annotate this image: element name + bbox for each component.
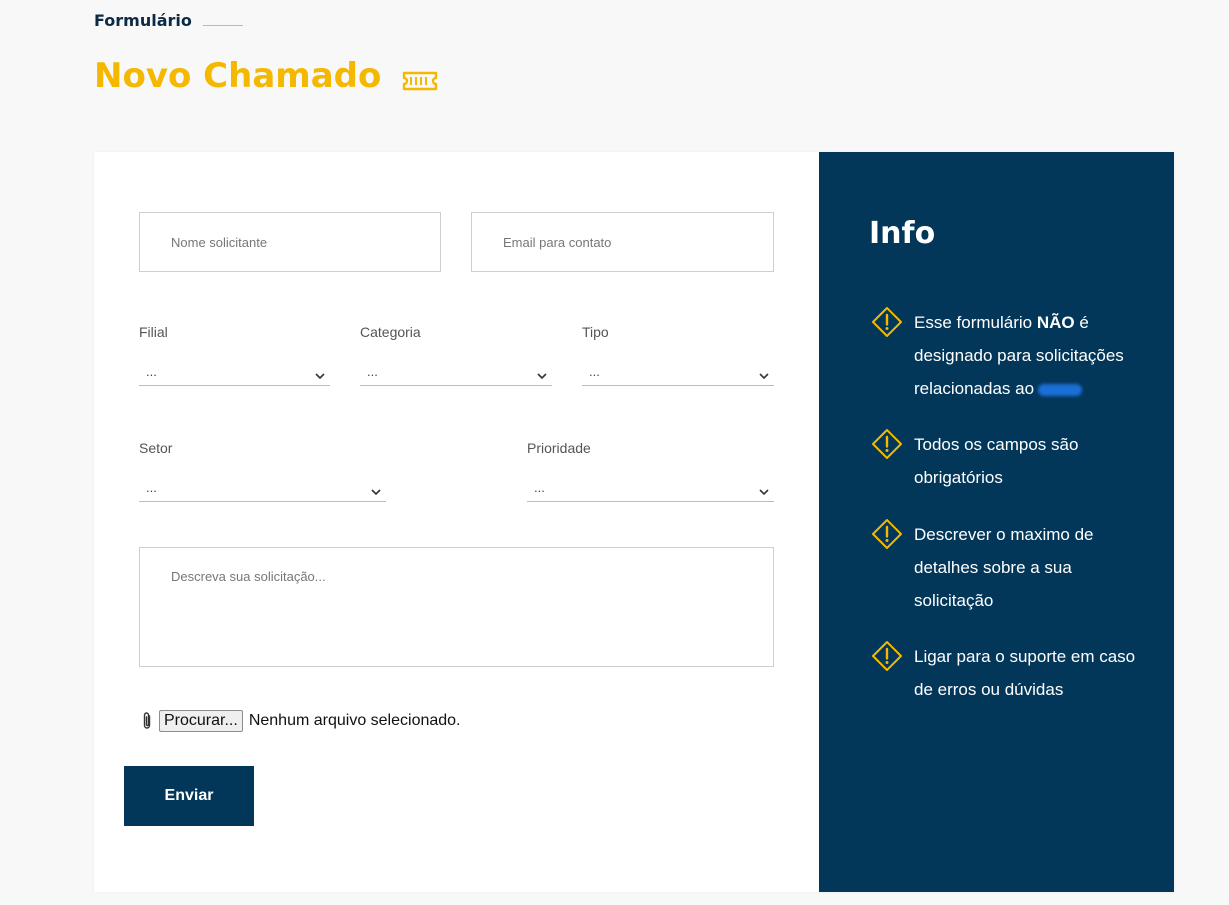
setor-label: Setor	[139, 440, 173, 456]
form-area: Nome solicitante Email para contato Fili…	[94, 152, 819, 892]
setor-value: ...	[146, 480, 157, 495]
setor-select[interactable]: ...	[139, 474, 386, 502]
tipo-value: ...	[589, 364, 600, 379]
chevron-down-icon	[370, 484, 382, 495]
tipo-label: Tipo	[582, 324, 609, 340]
info-title: Info	[869, 216, 936, 251]
chevron-down-icon	[758, 484, 770, 495]
redacted-name	[1038, 383, 1083, 396]
chevron-down-icon	[758, 368, 770, 379]
info-panel: Info Esse formulário NÃO é designado par…	[819, 152, 1174, 892]
prioridade-select[interactable]: ...	[527, 474, 774, 502]
eyebrow-label: Formulário	[94, 11, 192, 30]
ticket-form-card: Nome solicitante Email para contato Fili…	[94, 152, 1174, 892]
email-placeholder: Email para contato	[503, 234, 612, 250]
description-placeholder: Descreva sua solicitação...	[171, 569, 326, 584]
page-title: Novo Chamado	[94, 56, 439, 96]
eyebrow-divider	[202, 25, 243, 26]
warning-icon	[871, 306, 903, 338]
categoria-select[interactable]: ...	[360, 358, 552, 386]
info-item: Descrever o maximo de detalhes sobre a s…	[871, 518, 1151, 617]
info-item: Ligar para o suporte em caso de erros ou…	[871, 640, 1151, 706]
page-title-text: Novo Chamado	[94, 56, 382, 96]
info-item: Todos os campos são obrigatórios	[871, 428, 1151, 494]
warning-icon	[871, 640, 903, 672]
categoria-value: ...	[367, 364, 378, 379]
info-text-prefix: Esse formulário	[914, 313, 1037, 332]
file-upload: Procurar... Nenhum arquivo selecionado.	[141, 710, 461, 732]
breadcrumb: Formulário	[94, 11, 243, 30]
email-input[interactable]: Email para contato	[471, 212, 774, 272]
prioridade-value: ...	[534, 480, 545, 495]
submit-button[interactable]: Enviar	[124, 766, 254, 826]
file-status: Nenhum arquivo selecionado.	[248, 712, 461, 729]
filial-select[interactable]: ...	[139, 358, 330, 386]
paperclip-icon	[141, 711, 153, 731]
chevron-down-icon	[536, 368, 548, 379]
info-text: Esse formulário NÃO é designado para sol…	[914, 306, 1151, 405]
name-placeholder: Nome solicitante	[171, 234, 268, 250]
browse-file-button[interactable]: Procurar...	[159, 710, 243, 732]
prioridade-label: Prioridade	[527, 440, 591, 456]
tipo-select[interactable]: ...	[582, 358, 774, 386]
description-textarea[interactable]: Descreva sua solicitação...	[139, 547, 774, 667]
warning-icon	[871, 428, 903, 460]
filial-label: Filial	[139, 324, 168, 340]
chevron-down-icon	[314, 368, 326, 379]
info-text: Descrever o maximo de detalhes sobre a s…	[914, 525, 1094, 610]
name-input[interactable]: Nome solicitante	[139, 212, 441, 272]
filial-value: ...	[146, 364, 157, 379]
info-text-strong: NÃO	[1036, 313, 1075, 332]
categoria-label: Categoria	[360, 324, 421, 340]
info-text: Ligar para o suporte em caso de erros ou…	[914, 647, 1136, 699]
ticket-icon	[401, 63, 439, 91]
info-item: Esse formulário NÃO é designado para sol…	[871, 306, 1151, 405]
warning-icon	[871, 518, 903, 550]
info-text: Todos os campos são obrigatórios	[914, 435, 1079, 487]
